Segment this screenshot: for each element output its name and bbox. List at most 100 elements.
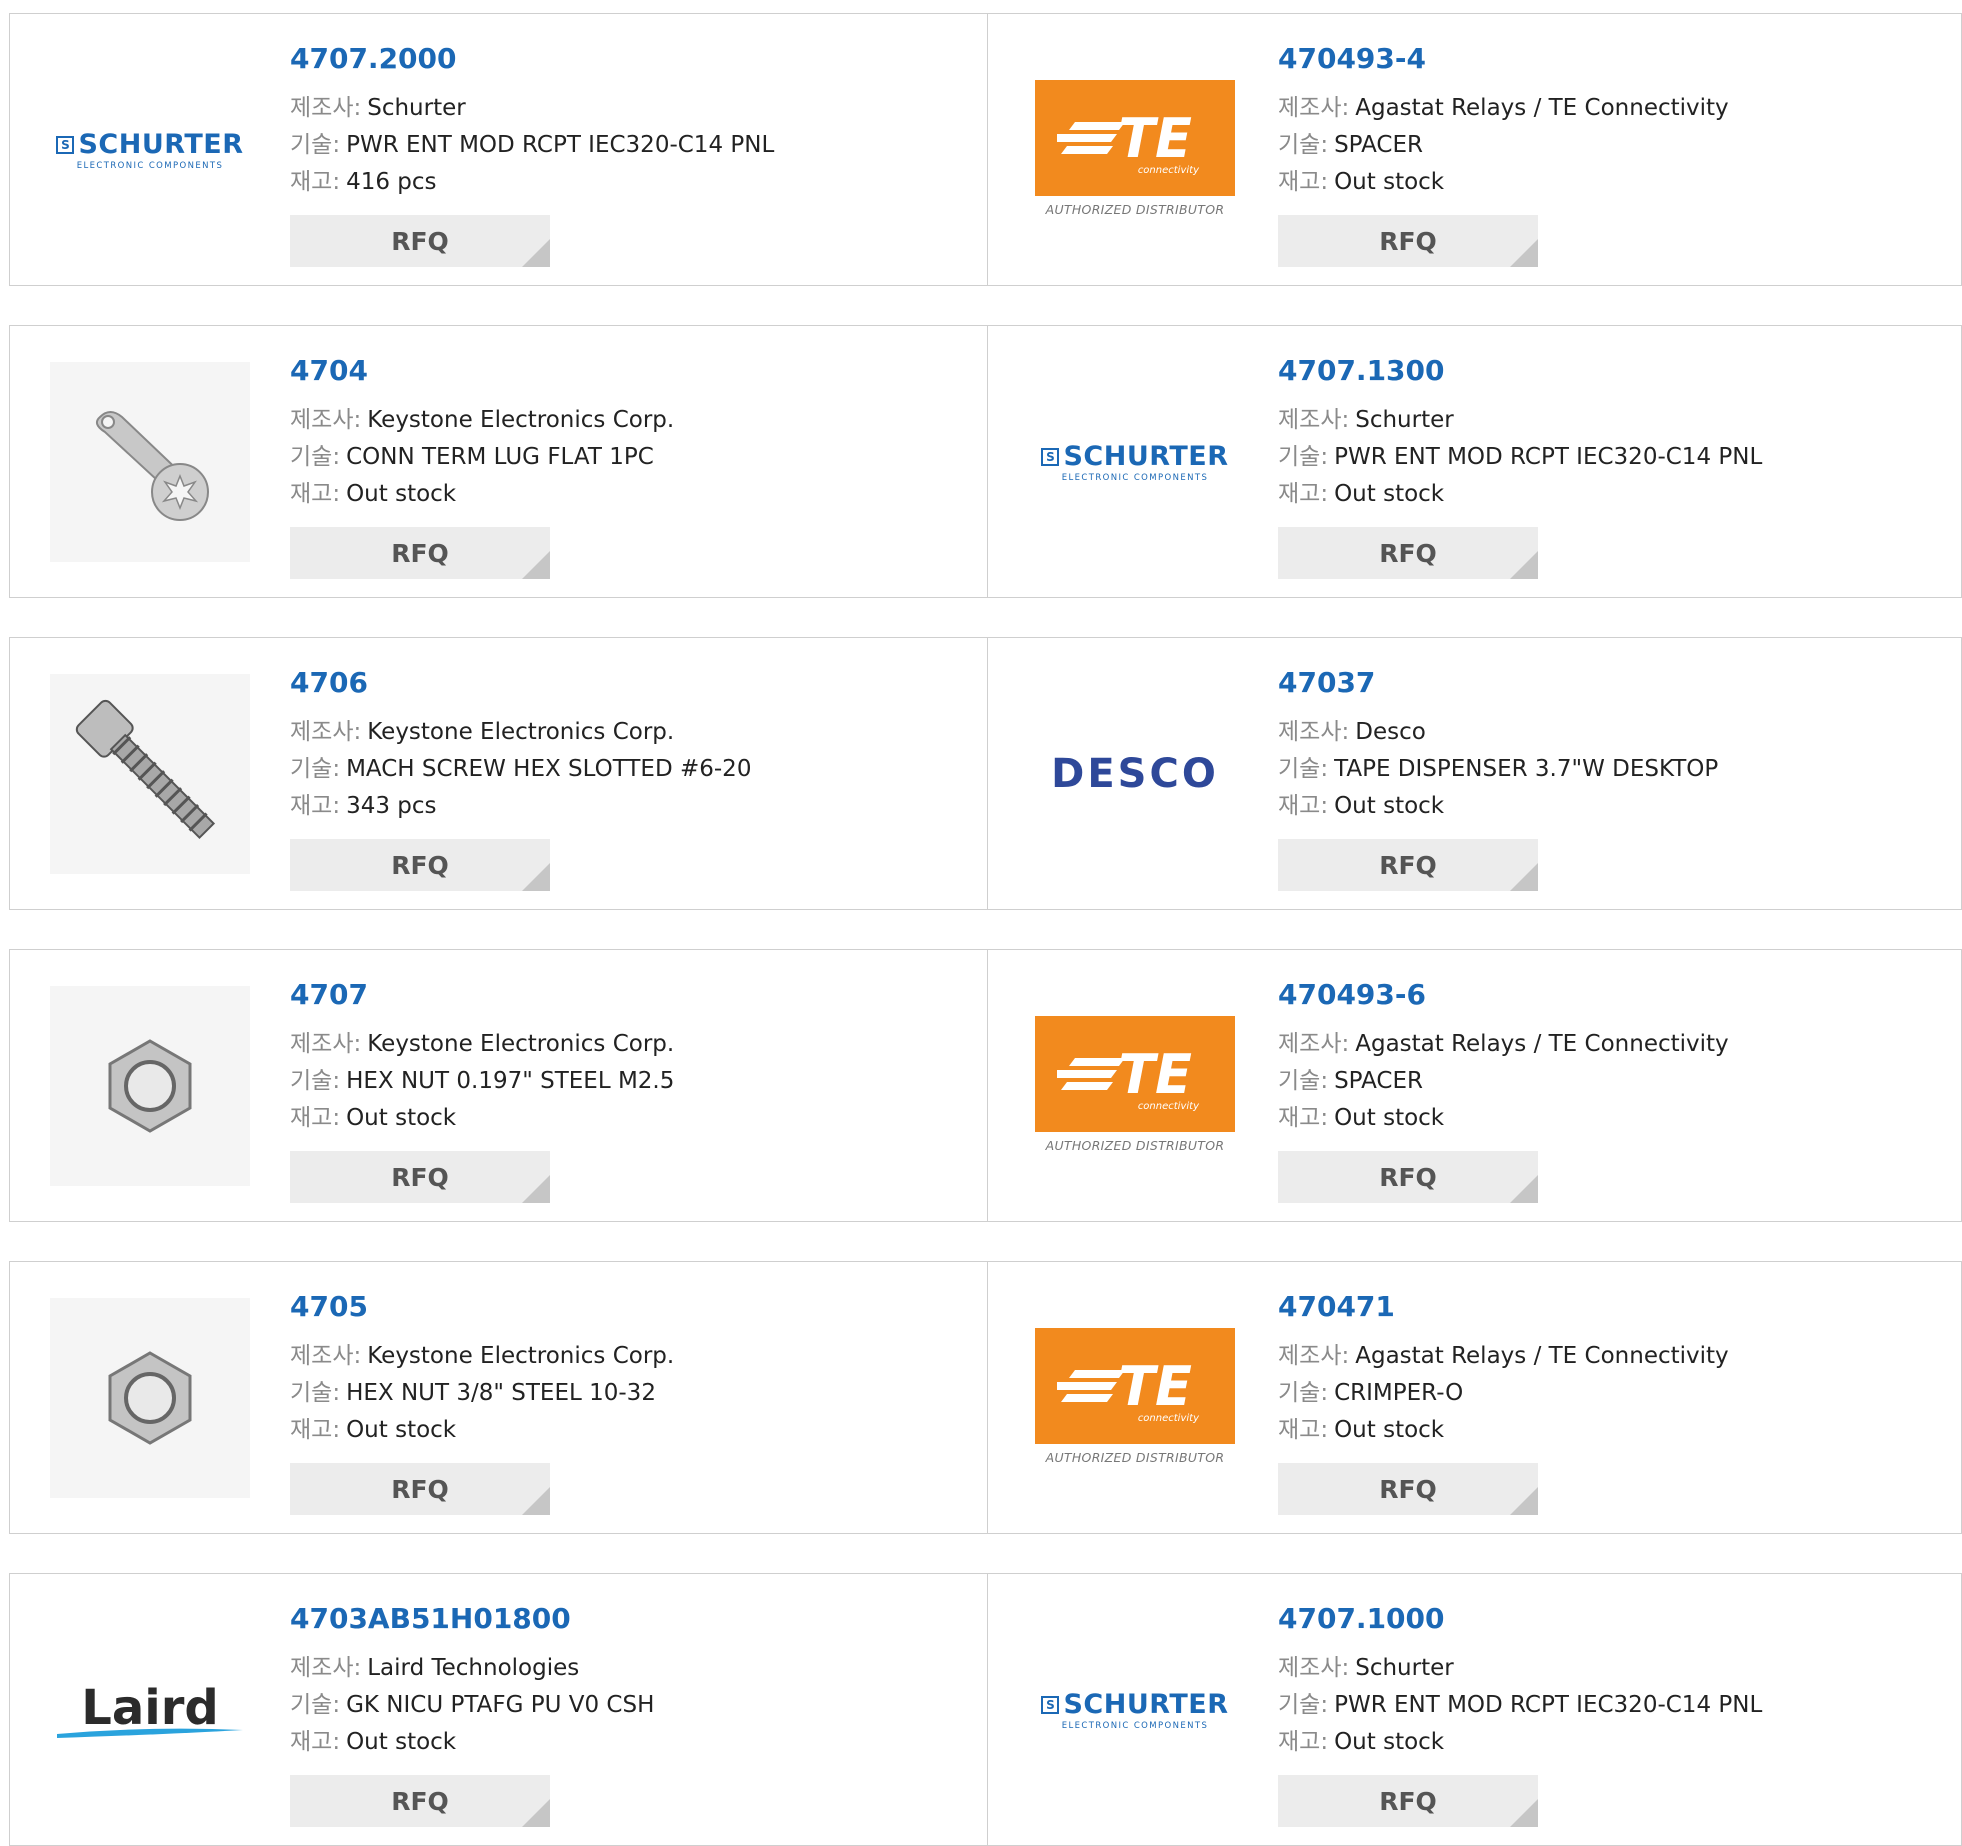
product-image[interactable]: TE connectivity AUTHORIZED DISTRIBUTOR — [1035, 986, 1235, 1186]
stock-value: Out stock — [346, 1417, 457, 1443]
schurter-logo-name: SCHURTER — [1063, 441, 1229, 472]
rfq-button[interactable]: RFQ — [290, 1151, 550, 1203]
manufacturer-label: 제조사: — [1278, 95, 1350, 121]
product-image[interactable]: S SCHURTER ELECTRONIC COMPONENTS — [1035, 362, 1235, 562]
description-label: 기술: — [290, 444, 341, 470]
stock-line: 재고: Out stock — [290, 1412, 674, 1449]
description-label: 기술: — [290, 132, 341, 158]
product-info: 4706 제조사: Keystone Electronics Corp. 기술: M… — [290, 666, 751, 891]
rfq-label: RFQ — [391, 1162, 449, 1192]
rfq-button[interactable]: RFQ — [1278, 1151, 1538, 1203]
part-number-link[interactable]: 4706 — [290, 666, 751, 700]
product-image[interactable]: DESCO — [1035, 674, 1235, 874]
part-number-link[interactable]: 47037 — [1278, 666, 1718, 700]
product-info: 470493-6 제조사: Agastat Relays / TE Connect… — [1278, 978, 1729, 1203]
product-image[interactable] — [50, 674, 250, 874]
product-image[interactable] — [50, 362, 250, 562]
product-image[interactable]: S SCHURTER ELECTRONIC COMPONENTS — [50, 50, 250, 250]
description-value: CRIMPER-O — [1334, 1380, 1464, 1406]
part-number-link[interactable]: 4707 — [290, 978, 674, 1012]
description-value: PWR ENT MOD RCPT IEC320-C14 PNL — [1334, 444, 1763, 470]
product-image[interactable] — [50, 986, 250, 1186]
rfq-button[interactable]: RFQ — [1278, 1775, 1538, 1827]
stock-line: 재고: 343 pcs — [290, 788, 751, 825]
terminal-lug-photo — [50, 362, 250, 562]
rfq-button[interactable]: RFQ — [290, 839, 550, 891]
rfq-button[interactable]: RFQ — [290, 1463, 550, 1515]
te-logo-sub: connectivity — [1137, 1101, 1199, 1112]
manufacturer-value: Agastat Relays / TE Connectivity — [1355, 1031, 1729, 1057]
manufacturer-value: Schurter — [1355, 1655, 1454, 1681]
manufacturer-label: 제조사: — [1278, 1343, 1350, 1369]
stock-line: 재고: Out stock — [1278, 1412, 1729, 1449]
stock-label: 재고: — [1278, 1105, 1329, 1131]
description-line: 기술: TAPE DISPENSER 3.7"W DESKTOP — [1278, 751, 1718, 788]
stock-label: 재고: — [1278, 1417, 1329, 1443]
stock-line: 재고: Out stock — [1278, 164, 1729, 201]
product-image[interactable] — [50, 1298, 250, 1498]
description-line: 기술: PWR ENT MOD RCPT IEC320-C14 PNL — [1278, 439, 1762, 476]
stock-label: 재고: — [290, 1417, 341, 1443]
rfq-button[interactable]: RFQ — [1278, 215, 1538, 267]
description-value: HEX NUT 3/8" STEEL 10-32 — [346, 1380, 656, 1406]
stock-value: Out stock — [346, 1105, 457, 1131]
stock-label: 재고: — [290, 1729, 341, 1755]
product-image[interactable]: Laird — [50, 1610, 250, 1810]
part-number-link[interactable]: 4705 — [290, 1290, 674, 1324]
description-line: 기술: MACH SCREW HEX SLOTTED #6-20 — [290, 751, 751, 788]
rfq-button[interactable]: RFQ — [290, 215, 550, 267]
product-image[interactable]: S SCHURTER ELECTRONIC COMPONENTS — [1035, 1610, 1235, 1810]
manufacturer-line: 제조사: Agastat Relays / TE Connectivity — [1278, 90, 1729, 127]
description-value: SPACER — [1334, 132, 1423, 158]
part-number-link[interactable]: 4707.1000 — [1278, 1602, 1762, 1636]
part-number-link[interactable]: 470471 — [1278, 1290, 1729, 1324]
part-number-link[interactable]: 470493-4 — [1278, 42, 1729, 76]
corner-triangle-icon — [522, 1799, 550, 1827]
schurter-mark-icon: S — [1041, 1695, 1060, 1714]
product-card: 4704 제조사: Keystone Electronics Corp. 기술: C… — [10, 326, 988, 597]
description-label: 기술: — [1278, 1380, 1329, 1406]
stock-line: 재고: Out stock — [1278, 1100, 1729, 1137]
te-logo: TE connectivity AUTHORIZED DISTRIBUTOR — [1035, 1328, 1235, 1468]
description-value: PWR ENT MOD RCPT IEC320-C14 PNL — [1334, 1692, 1763, 1718]
manufacturer-value: Keystone Electronics Corp. — [367, 719, 675, 745]
hex-nut-photo — [50, 986, 250, 1186]
corner-triangle-icon — [522, 551, 550, 579]
product-card: 4705 제조사: Keystone Electronics Corp. 기술: H… — [10, 1262, 988, 1533]
description-line: 기술: PWR ENT MOD RCPT IEC320-C14 PNL — [290, 127, 774, 164]
stock-label: 재고: — [290, 1105, 341, 1131]
product-image[interactable]: TE connectivity AUTHORIZED DISTRIBUTOR — [1035, 50, 1235, 250]
te-logo-box: TE connectivity — [1035, 80, 1235, 196]
rfq-label: RFQ — [1379, 850, 1437, 880]
rfq-label: RFQ — [391, 538, 449, 568]
stock-value: Out stock — [1334, 793, 1445, 819]
rfq-label: RFQ — [1379, 226, 1437, 256]
part-number-link[interactable]: 4704 — [290, 354, 674, 388]
corner-triangle-icon — [522, 863, 550, 891]
rfq-button[interactable]: RFQ — [290, 527, 550, 579]
corner-triangle-icon — [522, 239, 550, 267]
product-info: 4705 제조사: Keystone Electronics Corp. 기술: H… — [290, 1290, 674, 1515]
part-number-link[interactable]: 4707.1300 — [1278, 354, 1762, 388]
manufacturer-value: Agastat Relays / TE Connectivity — [1355, 1343, 1729, 1369]
rfq-label: RFQ — [391, 1474, 449, 1504]
manufacturer-line: 제조사: Laird Technologies — [290, 1650, 654, 1687]
description-label: 기술: — [290, 756, 341, 782]
description-line: 기술: CRIMPER-O — [1278, 1375, 1729, 1412]
description-line: 기술: HEX NUT 0.197" STEEL M2.5 — [290, 1063, 674, 1100]
part-number-link[interactable]: 4703AB51H01800 — [290, 1602, 654, 1636]
part-number-link[interactable]: 4707.2000 — [290, 42, 774, 76]
stock-value: Out stock — [1334, 169, 1445, 195]
rfq-button[interactable]: RFQ — [1278, 1463, 1538, 1515]
product-row: S SCHURTER ELECTRONIC COMPONENTS 4707.200… — [9, 13, 1962, 286]
part-number-link[interactable]: 470493-6 — [1278, 978, 1729, 1012]
te-logo-box: TE connectivity — [1035, 1328, 1235, 1444]
rfq-button[interactable]: RFQ — [1278, 527, 1538, 579]
rfq-button[interactable]: RFQ — [1278, 839, 1538, 891]
description-label: 기술: — [290, 1380, 341, 1406]
manufacturer-line: 제조사: Keystone Electronics Corp. — [290, 714, 751, 751]
product-card: S SCHURTER ELECTRONIC COMPONENTS 4707.200… — [10, 14, 988, 285]
te-logo-name: TE — [1118, 1354, 1192, 1418]
product-image[interactable]: TE connectivity AUTHORIZED DISTRIBUTOR — [1035, 1298, 1235, 1498]
rfq-button[interactable]: RFQ — [290, 1775, 550, 1827]
